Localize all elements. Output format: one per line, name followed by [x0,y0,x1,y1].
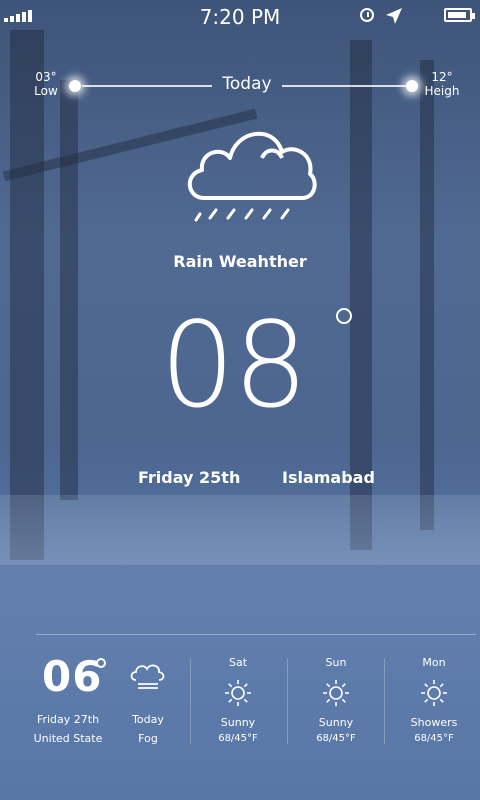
summary-today-label: Today [132,713,164,726]
forecast-day: Mon [422,656,446,669]
range-title: Today [222,74,272,94]
forecast-condition: Sunny [220,716,256,729]
forecast-condition: Showers [410,716,458,729]
sun-icon [323,680,349,706]
status-bar: 7:20 PM [0,0,480,34]
summary-date: Friday 27th [36,713,100,726]
forecast-range: 68/45°F [316,733,356,744]
summary-location: United State [33,732,103,745]
forecast-range: 68/45°F [218,733,258,744]
condition-label: Rain Weahther [173,252,307,271]
clock-icon [360,8,374,22]
low-dot [69,80,81,92]
location-arrow-icon [386,8,402,24]
current-date: Friday 25th [138,468,241,487]
current-city: Islamabad [282,468,375,487]
summary-today-condition: Fog [138,732,158,745]
sun-icon [421,680,447,706]
battery-icon [444,8,475,22]
degree-symbol [336,308,352,324]
current-temperature: 08 [160,296,308,434]
divider [36,634,476,635]
high-dot [406,80,418,92]
fog-icon [130,664,165,689]
forecast-day: Sat [228,656,248,669]
rain-cloud-icon [187,131,317,222]
sun-icon [225,680,251,706]
summary-temperature: 06 [42,652,103,701]
status-time: 7:20 PM [199,5,281,29]
low-temp: 03° Low [34,70,58,98]
today-range: 03° Low Today 12° Heigh [0,70,480,110]
high-temp: 12° Heigh [424,70,460,98]
forecast-range: 68/45°F [414,733,454,744]
forecast-condition: Sunny [318,716,354,729]
summary-degree-symbol [96,658,106,668]
forecast-day: Sun [325,656,347,669]
